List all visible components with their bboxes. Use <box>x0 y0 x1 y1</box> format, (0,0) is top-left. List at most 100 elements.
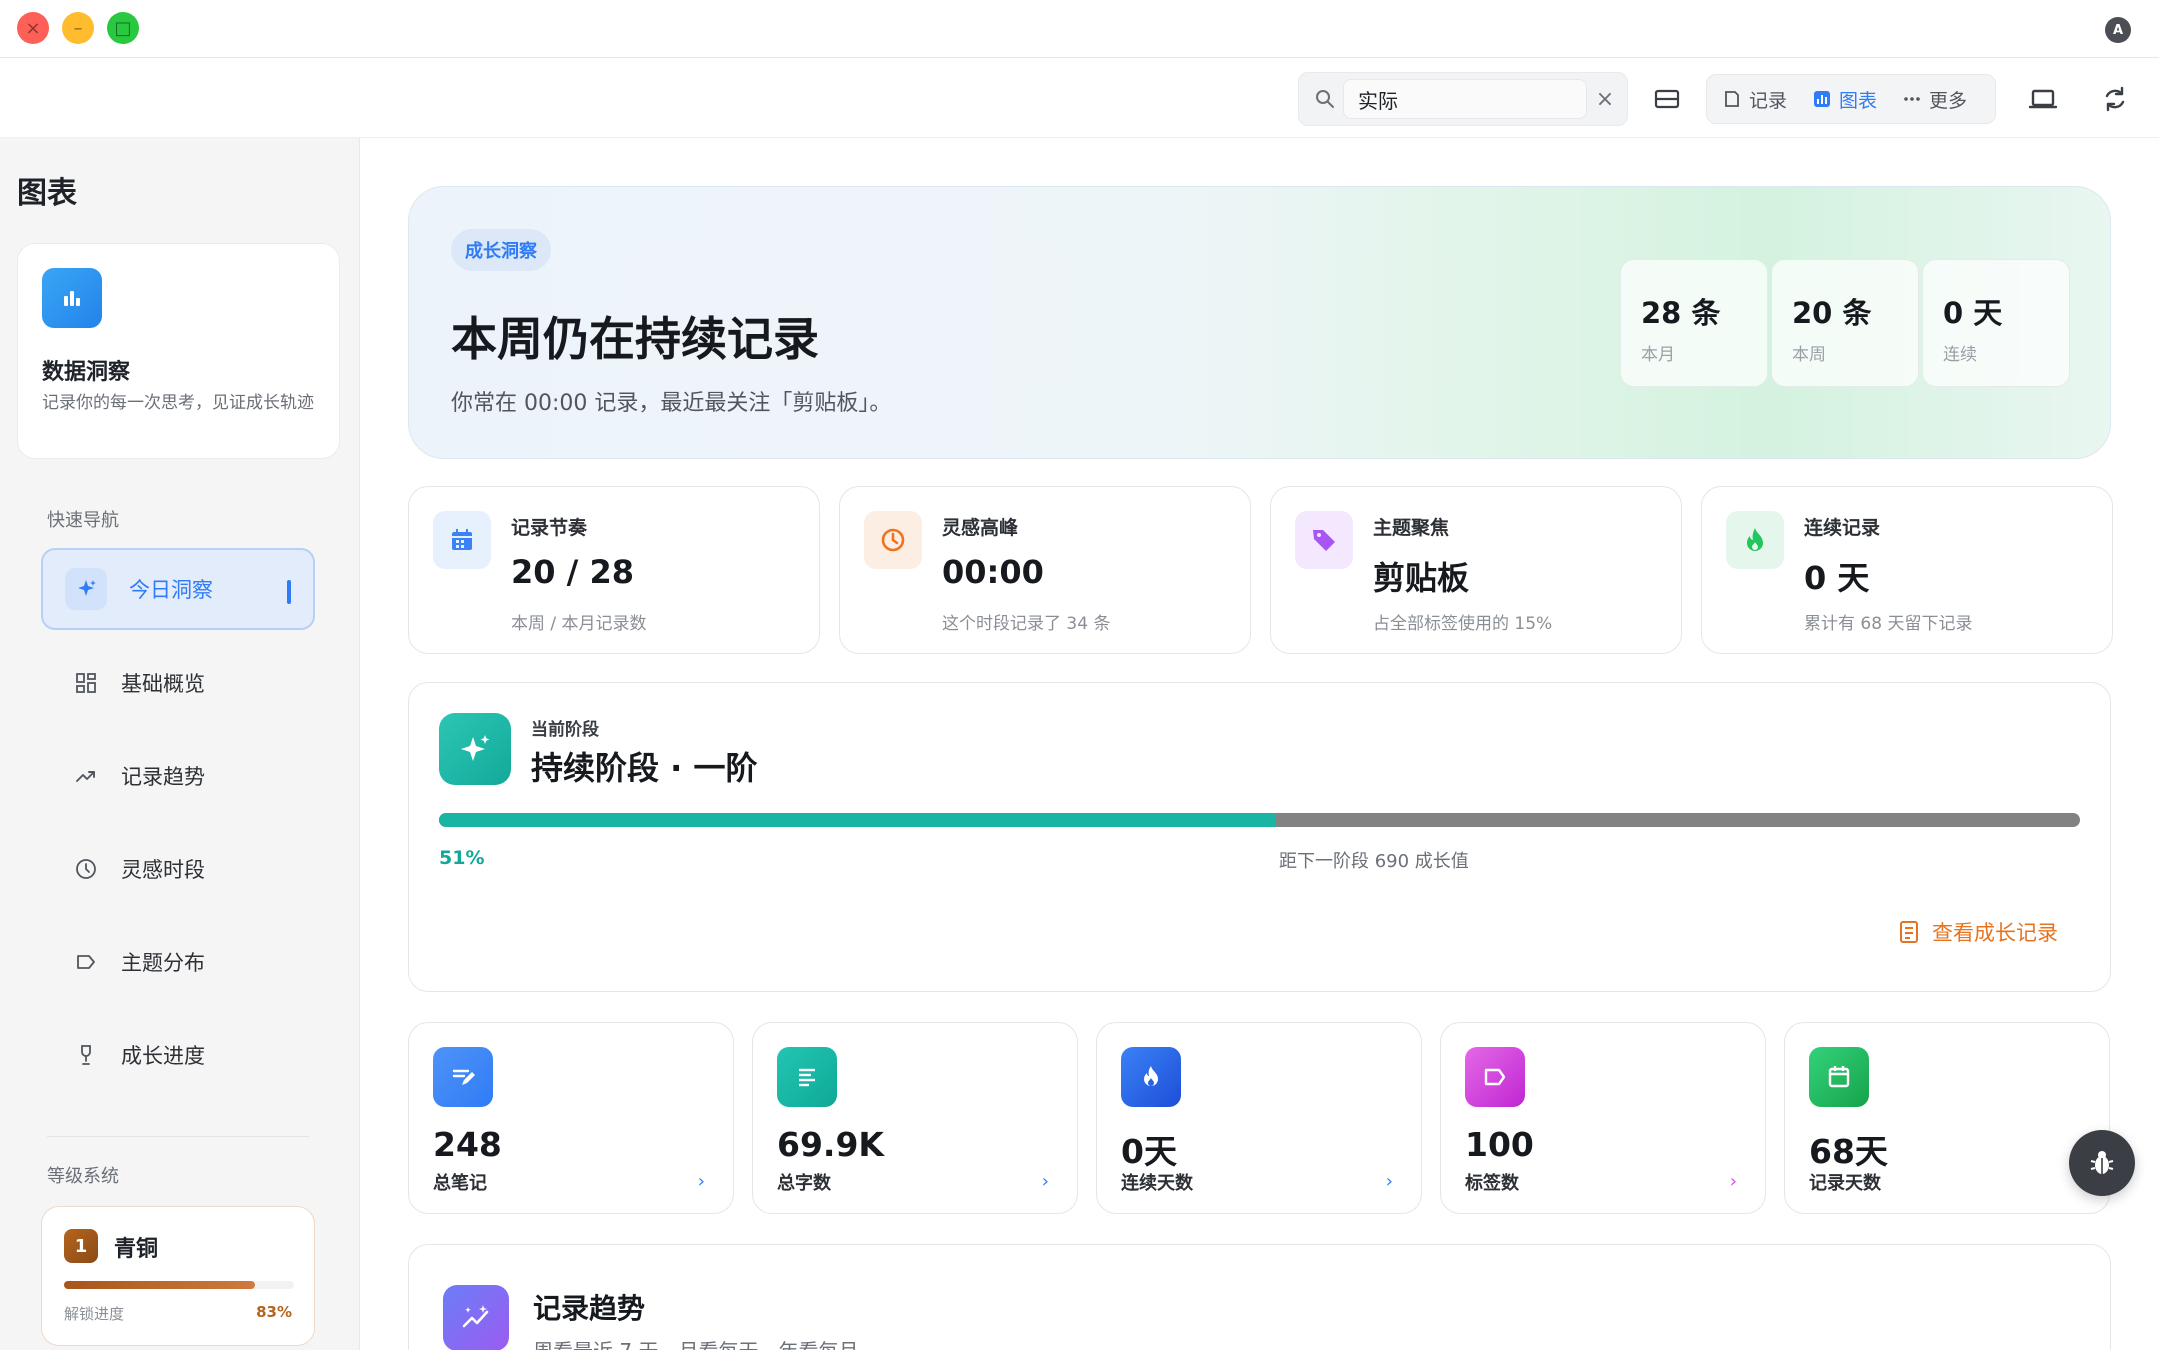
account-avatar[interactable]: A <box>2105 17 2131 43</box>
count-card-streak[interactable]: 0天 连续天数 › <box>1096 1022 1422 1214</box>
chevron-right-icon: › <box>697 1171 705 1192</box>
count-card-notes[interactable]: 248 总笔记 › <box>408 1022 734 1214</box>
level-progress-bar <box>64 1281 294 1289</box>
sidebar: 图表 数据洞察 记录你的每一次思考，见证成长轨迹 快速导航 今日洞察 基础概览 … <box>0 138 360 1350</box>
tag-icon <box>1295 511 1353 569</box>
bug-icon <box>2090 1151 2114 1174</box>
metric-description: 占全部标签使用的 15% <box>1373 614 1553 634</box>
metric-card-peak: 灵感高峰 00:00 这个时段记录了 34 条 <box>839 486 1251 654</box>
window-close-button[interactable]: × <box>17 12 49 44</box>
window-maximize-button[interactable]: □ <box>107 12 139 44</box>
sidebar-item-trend[interactable]: 记录趋势 <box>41 735 315 817</box>
tab-charts[interactable]: 图表 <box>1807 80 1883 119</box>
count-label: 连续天数 <box>1121 1173 1193 1194</box>
tag-icon <box>73 949 99 975</box>
laptop-icon[interactable] <box>2028 84 2058 114</box>
link-label: 查看成长记录 <box>1932 921 2058 945</box>
level-name: 青铜 <box>114 1237 159 1262</box>
level-section-label: 等级系统 <box>47 1166 119 1187</box>
hero-title: 本周仍在持续记录 <box>451 312 819 366</box>
hero-subtitle: 你常在 00:00 记录，最近最关注「剪贴板」。 <box>451 391 892 416</box>
toolbar: × 记录 图表 更多 <box>0 58 2159 138</box>
stage-progress-fill <box>439 813 1276 827</box>
level-progress-fill <box>64 1281 255 1289</box>
metric-title: 记录节奏 <box>511 517 588 539</box>
clock-icon <box>73 856 99 882</box>
calendar-icon <box>1809 1047 1869 1107</box>
view-growth-record-link[interactable]: 查看成长记录 <box>1898 917 2058 947</box>
metric-value: 00:00 <box>942 553 1044 591</box>
title-bar: × – □ A <box>0 0 2159 58</box>
trend-card: 记录趋势 周看最近 7 天，月看每天，年看每月 <box>408 1244 2111 1350</box>
minimize-icon: – <box>73 17 83 39</box>
metric-card-topic: 主题聚焦 剪贴板 占全部标签使用的 15% <box>1270 486 1682 654</box>
sidebar-item-overview[interactable]: 基础概览 <box>41 642 315 724</box>
stage-label: 当前阶段 <box>531 720 599 740</box>
search-input[interactable] <box>1343 79 1587 119</box>
tab-label: 图表 <box>1839 89 1878 112</box>
metric-description: 这个时段记录了 34 条 <box>942 614 1111 634</box>
search-clear-button[interactable]: × <box>1593 87 1617 112</box>
sidebar-item-inspiration-time[interactable]: 灵感时段 <box>41 828 315 910</box>
level-progress-percent: 83% <box>256 1303 292 1321</box>
count-label: 总字数 <box>777 1173 831 1194</box>
calendar-icon <box>433 511 491 569</box>
clock-icon <box>864 511 922 569</box>
metric-value: 20 / 28 <box>511 553 635 591</box>
count-label: 总笔记 <box>433 1173 487 1194</box>
main-content: 成长洞察 本周仍在持续记录 你常在 00:00 记录，最近最关注「剪贴板」。 2… <box>361 138 2159 1350</box>
count-card-days[interactable]: 68天 记录天数 <box>1784 1022 2110 1214</box>
search-icon <box>1316 90 1334 108</box>
hero-stat-value: 28 条 <box>1641 296 1721 330</box>
maximize-icon: □ <box>114 17 132 39</box>
sidebar-item-growth[interactable]: 成长进度 <box>41 1014 315 1096</box>
level-card[interactable]: 1 青铜 解锁进度 83% <box>41 1206 315 1346</box>
sidebar-item-label: 灵感时段 <box>121 858 205 882</box>
stage-card: 当前阶段 持续阶段 · 一阶 51% 距下一阶段 690 成长值 查看成长记录 <box>408 682 2111 992</box>
sync-icon[interactable] <box>2100 84 2130 114</box>
count-card-words[interactable]: 69.9K 总字数 › <box>752 1022 1078 1214</box>
metric-description: 累计有 68 天留下记录 <box>1804 614 1973 634</box>
insight-card: 数据洞察 记录你的每一次思考，见证成长轨迹 <box>17 243 340 459</box>
sidebar-divider <box>47 1136 309 1137</box>
hero-stat-label: 本月 <box>1641 345 1675 365</box>
sparkle-icon <box>65 568 107 610</box>
layout-toggle-icon[interactable] <box>1652 84 1682 114</box>
stage-remaining: 距下一阶段 690 成长值 <box>1279 851 1469 872</box>
insight-description: 记录你的每一次思考，见证成长轨迹 <box>42 393 314 413</box>
hero-stat-value: 20 条 <box>1792 296 1872 330</box>
count-label: 标签数 <box>1465 1173 1519 1194</box>
trend-subtitle: 周看最近 7 天，月看每天，年看每月 <box>533 1335 858 1350</box>
trend-icon <box>73 763 99 789</box>
close-icon: × <box>25 17 41 39</box>
tab-records[interactable]: 记录 <box>1717 80 1793 119</box>
sidebar-item-topic[interactable]: 主题分布 <box>41 921 315 1003</box>
count-card-tags[interactable]: 100 标签数 › <box>1440 1022 1766 1214</box>
chart-icon <box>1814 91 1831 107</box>
count-value: 69.9K <box>777 1125 884 1164</box>
text-icon <box>777 1047 837 1107</box>
chevron-right-icon: › <box>1729 1171 1737 1192</box>
stage-progress-percent: 51% <box>439 847 485 869</box>
chevron-right-icon: › <box>1041 1171 1049 1192</box>
more-icon <box>1904 97 1920 101</box>
view-switcher: 记录 图表 更多 <box>1706 74 1996 124</box>
window-minimize-button[interactable]: – <box>62 12 94 44</box>
stage-name: 持续阶段 · 一阶 <box>531 749 758 787</box>
sidebar-item-label: 今日洞察 <box>129 578 213 602</box>
quick-nav-label: 快速导航 <box>47 510 119 531</box>
tab-more[interactable]: 更多 <box>1897 80 1973 119</box>
grid-icon <box>73 670 99 696</box>
metric-value: 剪贴板 <box>1373 559 1470 597</box>
sidebar-item-today-insight[interactable]: 今日洞察 <box>41 548 315 630</box>
count-value: 248 <box>433 1125 502 1164</box>
hero-banner: 成长洞察 本周仍在持续记录 你常在 00:00 记录，最近最关注「剪贴板」。 2… <box>408 186 2111 459</box>
level-rank-badge: 1 <box>64 1229 98 1263</box>
metric-title: 连续记录 <box>1804 517 1881 539</box>
debug-button[interactable] <box>2069 1130 2135 1196</box>
hero-stat-label: 连续 <box>1943 345 1977 365</box>
sidebar-title: 图表 <box>17 176 77 211</box>
count-label: 记录天数 <box>1809 1173 1881 1194</box>
chevron-right-icon: › <box>1385 1171 1393 1192</box>
edit-icon <box>433 1047 493 1107</box>
